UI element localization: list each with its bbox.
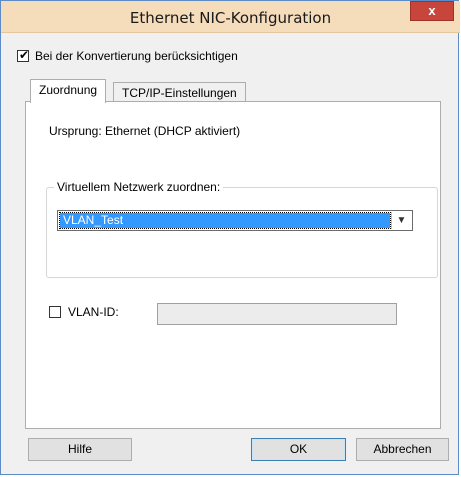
help-button[interactable]: Hilfe [28, 438, 132, 461]
close-button[interactable]: x [410, 1, 454, 21]
title-bar: Ethernet NIC-Konfiguration x [1, 1, 460, 33]
network-groupbox [46, 187, 438, 278]
origin-text: Ursprung: Ethernet (DHCP aktiviert) [49, 124, 241, 138]
virtual-network-dropdown[interactable]: VLAN_Test ▼ [57, 210, 413, 231]
tab-zuordnung[interactable]: Zuordnung [30, 79, 107, 103]
tab-tcpip-settings[interactable]: TCP/IP-Einstellungen [113, 82, 246, 103]
vlan-id-input[interactable] [157, 303, 397, 325]
consider-conversion-label: Bei der Konvertierung berücksichtigen [35, 49, 238, 63]
cancel-button[interactable]: Abbrechen [356, 438, 449, 461]
network-groupbox-label: Virtuellem Netzwerk zuordnen: [54, 180, 224, 194]
consider-conversion-checkbox[interactable]: ✔ [17, 48, 30, 62]
dropdown-selected-value: VLAN_Test [59, 212, 391, 229]
checkmark-icon: ✔ [19, 48, 30, 62]
chevron-down-icon[interactable]: ▼ [391, 212, 411, 229]
close-icon: x [428, 3, 436, 18]
ok-button[interactable]: OK [251, 438, 346, 461]
vlan-id-checkbox[interactable] [49, 306, 61, 318]
window-title: Ethernet NIC-Konfiguration [129, 9, 332, 27]
vlan-id-label: VLAN-ID: [68, 305, 119, 319]
